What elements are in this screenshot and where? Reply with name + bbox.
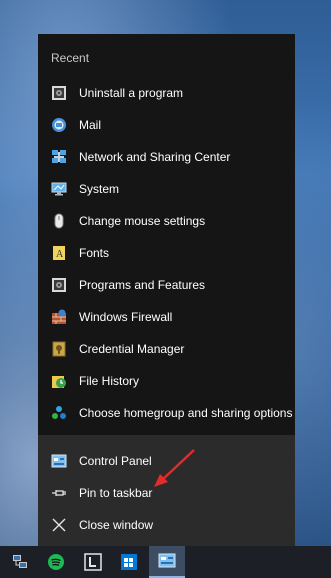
recent-item-label: System [79, 182, 120, 196]
control-panel-icon [51, 453, 67, 469]
programs-icon [51, 85, 67, 101]
recent-item-label: Programs and Features [79, 278, 206, 292]
programs-icon [51, 277, 67, 293]
recent-item-fonts[interactable]: A Fonts [38, 237, 295, 269]
recent-item-homegroup[interactable]: Choose homegroup and sharing options [38, 397, 295, 429]
system-icon [51, 181, 67, 197]
recent-item-label: Uninstall a program [79, 86, 184, 100]
app-l-icon[interactable] [77, 546, 109, 578]
file-history-icon [51, 373, 67, 389]
recent-item-network-sharing[interactable]: Network and Sharing Center [38, 141, 295, 173]
recent-item-label: Credential Manager [79, 342, 185, 356]
store-icon[interactable] [113, 546, 145, 578]
recent-item-programs-features[interactable]: Programs and Features [38, 269, 295, 301]
recent-item-label: File History [79, 374, 140, 388]
network-icon [51, 149, 67, 165]
svg-text:A: A [56, 249, 64, 260]
recent-item-label: Windows Firewall [79, 310, 173, 324]
recent-item-mouse-settings[interactable]: Change mouse settings [38, 205, 295, 237]
pin-icon [51, 485, 67, 501]
recent-item-system[interactable]: System [38, 173, 295, 205]
recent-item-credential-manager[interactable]: Credential Manager [38, 333, 295, 365]
credential-icon [51, 341, 67, 357]
close-icon [51, 517, 67, 533]
network-tray-icon[interactable] [4, 546, 36, 578]
task-label: Close window [79, 518, 154, 532]
recent-item-file-history[interactable]: File History [38, 365, 295, 397]
homegroup-icon [51, 405, 67, 421]
task-label: Control Panel [79, 454, 152, 468]
fonts-icon: A [51, 245, 67, 261]
taskbar [0, 546, 331, 578]
recent-item-label: Mail [79, 118, 102, 132]
task-close-window[interactable]: Close window [38, 509, 295, 541]
recent-header: Recent [51, 51, 90, 65]
recent-list: Uninstall a program Mail Network and Sha… [38, 77, 295, 429]
control-panel-taskbar-icon[interactable] [149, 546, 185, 578]
spotify-icon[interactable] [40, 546, 72, 578]
recent-item-uninstall-program[interactable]: Uninstall a program [38, 77, 295, 109]
recent-item-windows-firewall[interactable]: Windows Firewall [38, 301, 295, 333]
recent-item-label: Change mouse settings [79, 214, 206, 228]
firewall-icon [51, 309, 67, 325]
recent-item-mail[interactable]: Mail [38, 109, 295, 141]
red-arrow-annotation [154, 449, 195, 487]
recent-item-label: Network and Sharing Center [79, 150, 231, 164]
recent-item-label: Choose homegroup and sharing options [79, 406, 293, 420]
mail-icon [51, 117, 67, 133]
task-label: Pin to taskbar [79, 486, 153, 500]
recent-item-label: Fonts [79, 246, 110, 260]
mouse-icon [51, 213, 67, 229]
